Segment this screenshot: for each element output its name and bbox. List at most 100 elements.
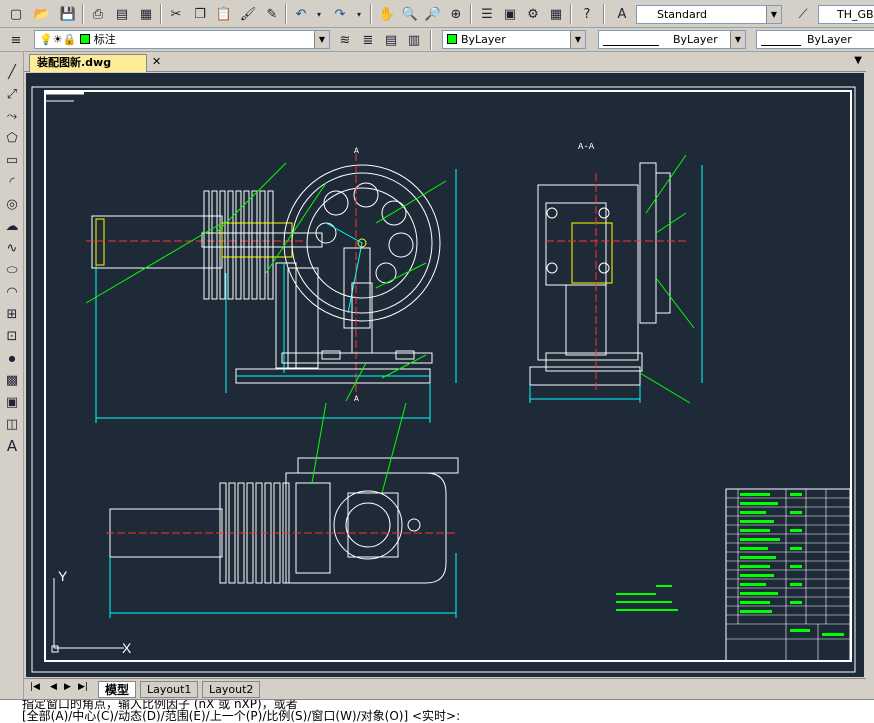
layer-color-swatch bbox=[79, 34, 90, 44]
tab-layout1[interactable]: Layout1 bbox=[140, 681, 199, 698]
layer-states-icon[interactable]: ▤ bbox=[381, 30, 401, 50]
ellipse-arc-icon[interactable]: ◠ bbox=[2, 282, 22, 302]
chevron-down-icon[interactable]: ▼ bbox=[854, 55, 862, 66]
print-icon[interactable]: ⎙ bbox=[88, 4, 108, 24]
toolbar-separator bbox=[430, 30, 432, 50]
lineweight-value: ByLayer bbox=[807, 33, 852, 46]
dim-style-value: TH_GBD bbox=[837, 8, 874, 21]
layer-previous-icon[interactable]: ≣ bbox=[358, 30, 378, 50]
document-tab[interactable]: 装配图新.dwg bbox=[29, 54, 147, 72]
pan-icon[interactable]: ✋ bbox=[377, 4, 397, 24]
region-icon[interactable]: ▣ bbox=[2, 392, 22, 412]
toolbar-separator bbox=[285, 4, 287, 24]
chevron-down-icon: ▼ bbox=[730, 31, 745, 48]
lineweight-select[interactable]: ByLayer bbox=[756, 30, 874, 49]
dimension-style-icon[interactable]: ⟋ bbox=[793, 4, 813, 24]
last-tab-icon[interactable]: ▶| bbox=[78, 682, 88, 692]
help-icon[interactable]: ? bbox=[577, 4, 597, 24]
lineweight-preview bbox=[761, 34, 801, 46]
next-tab-icon[interactable]: ▶ bbox=[64, 682, 71, 692]
chevron-down-icon: ▼ bbox=[570, 31, 585, 48]
cad-drawing[interactable]: A A A-A Y X bbox=[26, 73, 864, 677]
multiline-text-icon[interactable]: A bbox=[2, 436, 22, 456]
drawing-frame bbox=[44, 90, 852, 662]
first-tab-icon[interactable]: |◀ bbox=[30, 682, 40, 692]
arc-icon[interactable]: ◜ bbox=[2, 172, 22, 192]
drawing-canvas[interactable]: A A A-A Y X bbox=[26, 73, 864, 677]
ucs-y-label: Y bbox=[58, 568, 68, 584]
layers-toolbar: ≡ 💡☀🔒 标注 ▼ ≋ ≣ ▤ ▥ ByLayer ▼ ByLayer ▼ B… bbox=[0, 28, 874, 52]
toolbar-separator bbox=[470, 4, 472, 24]
properties-icon[interactable]: ☰ bbox=[477, 4, 497, 24]
toolbar-separator bbox=[570, 4, 572, 24]
undo-dropdown-icon[interactable]: ▾ bbox=[309, 4, 329, 24]
bulb-icon: 💡 bbox=[39, 33, 53, 46]
section-view-aa: A-A bbox=[529, 142, 703, 404]
ellipse-icon[interactable]: ⬭ bbox=[2, 260, 22, 280]
match-properties-icon[interactable]: 🖌 bbox=[238, 4, 258, 24]
title-block bbox=[725, 488, 851, 662]
top-view bbox=[106, 402, 459, 618]
layer-isolate-icon[interactable]: ▥ bbox=[404, 30, 424, 50]
rectangle-icon[interactable]: ▭ bbox=[2, 150, 22, 170]
design-center-icon[interactable]: ▣ bbox=[500, 4, 520, 24]
copy-icon[interactable]: ❐ bbox=[190, 4, 210, 24]
polygon-icon[interactable]: ⬠ bbox=[2, 128, 22, 148]
tab-layout2[interactable]: Layout2 bbox=[202, 681, 261, 698]
spline-icon[interactable]: ∿ bbox=[2, 238, 22, 258]
calculator-icon[interactable]: ▦ bbox=[546, 4, 566, 24]
chevron-down-icon: ▼ bbox=[766, 6, 781, 23]
publish-icon[interactable]: ▦ bbox=[136, 4, 156, 24]
command-line[interactable]: 指定窗口的角点，输入比例因子 (nX 或 nXP)，或者 [全部(A)/中心(C… bbox=[0, 699, 874, 723]
layer-manager-icon[interactable]: ≡ bbox=[6, 30, 26, 50]
make-block-icon[interactable]: ⊡ bbox=[2, 326, 22, 346]
technical-notes bbox=[616, 585, 678, 611]
close-icon[interactable]: ✕ bbox=[152, 55, 161, 68]
zoom-window-icon[interactable]: 🔎 bbox=[423, 4, 443, 24]
hatch-icon[interactable]: ▩ bbox=[2, 370, 22, 390]
toolbar-separator bbox=[603, 4, 605, 24]
tab-model[interactable]: 模型 bbox=[98, 681, 137, 698]
document-tab-bar: 装配图新.dwg ✕ ▼ bbox=[24, 52, 866, 72]
redo-icon[interactable]: ↷ bbox=[330, 4, 350, 24]
toolbar-separator bbox=[370, 4, 372, 24]
paste-icon[interactable]: 📋 bbox=[214, 4, 234, 24]
text-style-select[interactable]: Standard ▼ bbox=[636, 5, 782, 24]
undo-icon[interactable]: ↶ bbox=[291, 4, 311, 24]
dim-style-select[interactable]: TH_GBD bbox=[818, 5, 874, 24]
tool-palettes-icon[interactable]: ⚙ bbox=[523, 4, 543, 24]
plot-preview-icon[interactable]: ▤ bbox=[112, 4, 132, 24]
text-style-value: Standard bbox=[657, 8, 708, 21]
line-icon[interactable]: ╱ bbox=[2, 62, 22, 82]
prev-tab-icon[interactable]: ◀ bbox=[50, 682, 57, 692]
modify-toolbar-edge bbox=[866, 52, 874, 702]
cut-icon[interactable]: ✂ bbox=[166, 4, 186, 24]
drawing-outer-border bbox=[31, 86, 856, 673]
section-view-label: A-A bbox=[578, 142, 595, 152]
insert-block-icon[interactable]: ⊞ bbox=[2, 304, 22, 324]
zoom-previous-icon[interactable]: ⊕ bbox=[446, 4, 466, 24]
color-swatch bbox=[447, 34, 457, 44]
construction-line-icon[interactable]: ⤢ bbox=[2, 84, 22, 104]
block-editor-icon[interactable]: ✎ bbox=[262, 4, 282, 24]
layer-select[interactable]: 💡☀🔒 标注 ▼ bbox=[34, 30, 330, 49]
linetype-select[interactable]: ByLayer ▼ bbox=[598, 30, 746, 49]
table-icon[interactable]: ◫ bbox=[2, 414, 22, 434]
open-file-icon[interactable]: 📂 bbox=[32, 4, 52, 24]
chevron-down-icon: ▼ bbox=[314, 31, 329, 48]
toolbar-separator bbox=[82, 4, 84, 24]
standard-toolbar: ▢ 📂 💾 ⎙ ▤ ▦ ✂ ❐ 📋 🖌 ✎ ↶ ▾ ↷ ▾ ✋ 🔍 🔎 ⊕ ☰ … bbox=[0, 0, 874, 28]
redo-dropdown-icon[interactable]: ▾ bbox=[349, 4, 369, 24]
circle-icon[interactable]: ◎ bbox=[2, 194, 22, 214]
color-select[interactable]: ByLayer ▼ bbox=[442, 30, 586, 49]
sun-icon: ☀ bbox=[52, 33, 63, 46]
save-icon[interactable]: 💾 bbox=[58, 4, 78, 24]
polyline-icon[interactable]: ⤳ bbox=[2, 106, 22, 126]
new-file-icon[interactable]: ▢ bbox=[6, 4, 26, 24]
lock-icon: 🔒 bbox=[62, 33, 77, 46]
point-icon[interactable]: ● bbox=[2, 348, 22, 368]
text-style-icon[interactable]: A bbox=[612, 4, 632, 24]
make-current-layer-icon[interactable]: ≋ bbox=[335, 30, 355, 50]
zoom-realtime-icon[interactable]: 🔍 bbox=[400, 4, 420, 24]
revision-cloud-icon[interactable]: ☁ bbox=[2, 216, 22, 236]
